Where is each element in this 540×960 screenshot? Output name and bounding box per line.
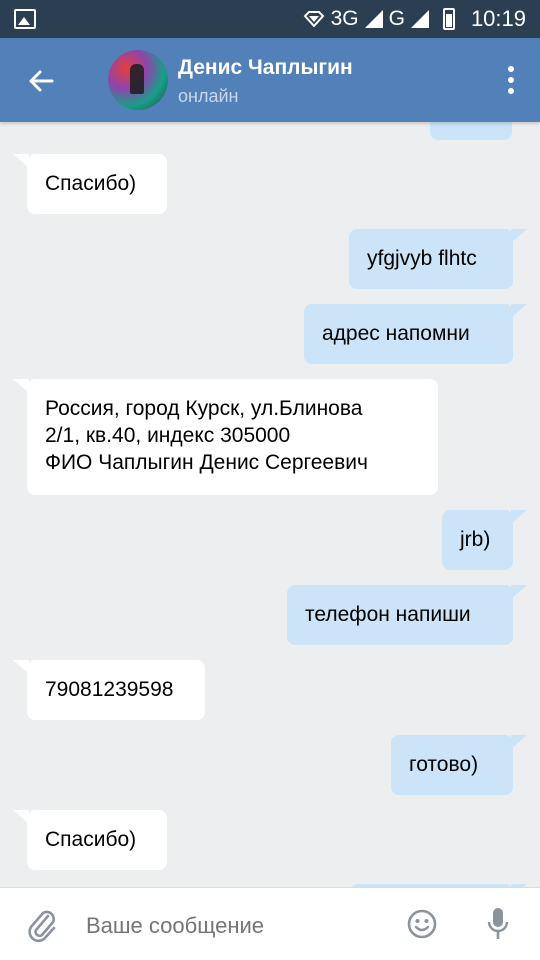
message-list[interactable]: Спасибо) yfgjvyb flhtc адрес напомни Рос… bbox=[0, 122, 540, 887]
battery-icon bbox=[442, 8, 455, 30]
network-type-2: G bbox=[388, 7, 405, 30]
message-bubble-outgoing[interactable]: адрес напомни bbox=[304, 304, 527, 364]
message-text: готово) bbox=[409, 753, 479, 776]
message-text: адрес напомни bbox=[322, 322, 470, 345]
message-bubble-outgoing[interactable]: телефон напиши bbox=[287, 585, 527, 645]
more-vertical-icon[interactable] bbox=[508, 66, 516, 94]
network-type-1: 3G bbox=[330, 7, 359, 30]
signal-strength-icon-2 bbox=[410, 10, 429, 28]
message-line: Россия, город Курск, ул.Блинова bbox=[45, 397, 363, 420]
paperclip-icon[interactable] bbox=[26, 906, 58, 942]
signal-strength-icon bbox=[364, 10, 383, 28]
status-bar: 3G G 10:19 bbox=[0, 0, 540, 38]
message-bubble-outgoing[interactable]: yfgjvyb flhtc bbox=[349, 229, 527, 289]
message-composer bbox=[0, 887, 540, 960]
message-input[interactable] bbox=[86, 911, 366, 941]
gallery-notification-icon bbox=[14, 9, 36, 29]
message-text: Спасибо) bbox=[45, 172, 137, 195]
microphone-icon[interactable] bbox=[486, 906, 510, 942]
smiley-icon[interactable] bbox=[406, 908, 438, 940]
clock: 10:19 bbox=[470, 6, 526, 31]
message-text: yfgjvyb flhtc bbox=[367, 247, 477, 270]
message-bubble-outgoing[interactable]: готово) bbox=[391, 735, 527, 795]
message-line: ФИО Чаплыгин Денис Сергеевич bbox=[45, 451, 368, 474]
message-line: 2/1, кв.40, индекс 305000 bbox=[45, 424, 291, 447]
arrow-left-icon[interactable] bbox=[20, 60, 62, 102]
message-text: телефон напиши bbox=[305, 603, 471, 626]
chat-header: Денис Чаплыгин онлайн bbox=[0, 38, 540, 122]
wifi-diamond-icon bbox=[303, 11, 324, 27]
message-bubble-incoming[interactable]: Спасибо) bbox=[13, 154, 167, 214]
message-bubble-incoming[interactable]: 79081239598 bbox=[13, 660, 205, 720]
contact-status: онлайн bbox=[178, 86, 239, 106]
message-bubble-partial[interactable] bbox=[430, 122, 512, 140]
contact-avatar[interactable] bbox=[108, 50, 168, 110]
message-bubble-incoming[interactable]: Спасибо) bbox=[13, 810, 167, 870]
contact-name[interactable]: Денис Чаплыгин bbox=[178, 56, 353, 80]
message-bubble-outgoing[interactable]: jrb) bbox=[442, 510, 527, 570]
message-bubble-incoming[interactable]: Россия, город Курск, ул.Блинова 2/1, кв.… bbox=[13, 379, 438, 495]
status-indicators: 3G G 10:19 bbox=[303, 0, 526, 38]
message-text: Спасибо) bbox=[45, 828, 137, 851]
message-text: jrb) bbox=[460, 528, 491, 551]
message-text: 79081239598 bbox=[45, 678, 174, 701]
